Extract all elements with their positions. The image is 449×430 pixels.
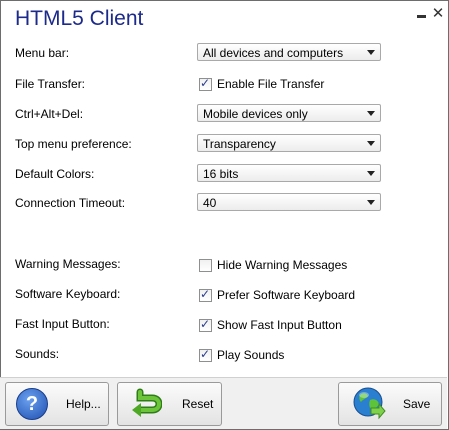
software-keyboard-checkbox[interactable]: ✓ Prefer Software Keyboard — [199, 286, 355, 302]
chevron-down-icon — [367, 111, 375, 116]
reset-arrow-icon — [130, 388, 163, 421]
connection-timeout-select[interactable]: 40 — [197, 193, 381, 211]
ctrl-alt-del-label: Ctrl+Alt+Del: — [15, 107, 84, 121]
checkmark-icon: ✓ — [200, 316, 211, 331]
checkmark-icon: ✓ — [200, 286, 211, 301]
sounds-checkbox-label[interactable]: Play Sounds — [217, 348, 284, 362]
chevron-down-icon — [367, 141, 375, 146]
reset-button[interactable]: Reset — [117, 382, 222, 426]
checkbox-box[interactable]: ✓ — [199, 286, 212, 302]
reset-button-label: Reset — [182, 397, 214, 411]
menu-bar-select[interactable]: All devices and computers — [197, 43, 381, 61]
minimize-icon — [416, 14, 426, 18]
close-button[interactable]: ✕ — [430, 5, 446, 22]
menu-bar-value: All devices and computers — [203, 46, 344, 60]
file-transfer-checkbox-label[interactable]: Enable File Transfer — [217, 77, 324, 91]
warning-messages-label: Warning Messages: — [15, 257, 121, 271]
connection-timeout-value: 40 — [203, 196, 217, 210]
ctrl-alt-del-select[interactable]: Mobile devices only — [197, 104, 381, 122]
chevron-down-icon — [367, 171, 375, 176]
top-menu-preference-value: Transparency — [203, 137, 276, 151]
connection-timeout-label: Connection Timeout: — [15, 196, 126, 210]
help-icon: ? — [16, 388, 48, 420]
fast-input-button-checkbox[interactable]: ✓ Show Fast Input Button — [199, 316, 342, 332]
default-colors-select[interactable]: 16 bits — [197, 164, 381, 182]
software-keyboard-label: Software Keyboard: — [15, 287, 121, 301]
software-keyboard-checkbox-label[interactable]: Prefer Software Keyboard — [217, 288, 355, 302]
help-button-label: Help... — [66, 397, 101, 411]
minimize-button[interactable] — [413, 5, 429, 21]
sounds-checkbox[interactable]: ✓ Play Sounds — [199, 346, 284, 362]
window-title: HTML5 Client — [15, 7, 144, 30]
chevron-down-icon — [367, 200, 375, 205]
checkmark-icon: ✓ — [200, 75, 211, 90]
save-button-label: Save — [403, 397, 431, 411]
fast-input-button-checkbox-label[interactable]: Show Fast Input Button — [217, 318, 342, 332]
checkmark-icon: ✓ — [200, 346, 211, 361]
checkbox-box[interactable]: ✓ — [199, 316, 212, 332]
default-colors-value: 16 bits — [203, 167, 239, 181]
help-button[interactable]: ? Help... — [5, 382, 109, 426]
checkbox-box[interactable]: ✓ — [199, 346, 212, 362]
chevron-down-icon — [367, 50, 375, 55]
top-menu-preference-label: Top menu preference: — [15, 137, 132, 151]
file-transfer-checkbox[interactable]: ✓ Enable File Transfer — [199, 75, 324, 91]
sounds-label: Sounds: — [15, 347, 60, 361]
ctrl-alt-del-value: Mobile devices only — [203, 107, 308, 121]
globe-save-icon — [352, 386, 386, 423]
top-menu-preference-select[interactable]: Transparency — [197, 134, 381, 152]
default-colors-label: Default Colors: — [15, 167, 95, 181]
warning-messages-checkbox-label[interactable]: Hide Warning Messages — [217, 258, 347, 272]
save-button[interactable]: Save — [338, 382, 442, 426]
checkbox-box[interactable]: ✓ — [199, 75, 212, 91]
file-transfer-label: File Transfer: — [15, 77, 86, 91]
close-icon: ✕ — [431, 5, 445, 22]
checkbox-box[interactable] — [199, 258, 212, 272]
warning-messages-checkbox[interactable]: Hide Warning Messages — [199, 258, 347, 272]
menu-bar-label: Menu bar: — [15, 46, 70, 60]
settings-window: HTML5 Client ✕ — [0, 0, 449, 430]
fast-input-button-label: Fast Input Button: — [15, 317, 110, 331]
